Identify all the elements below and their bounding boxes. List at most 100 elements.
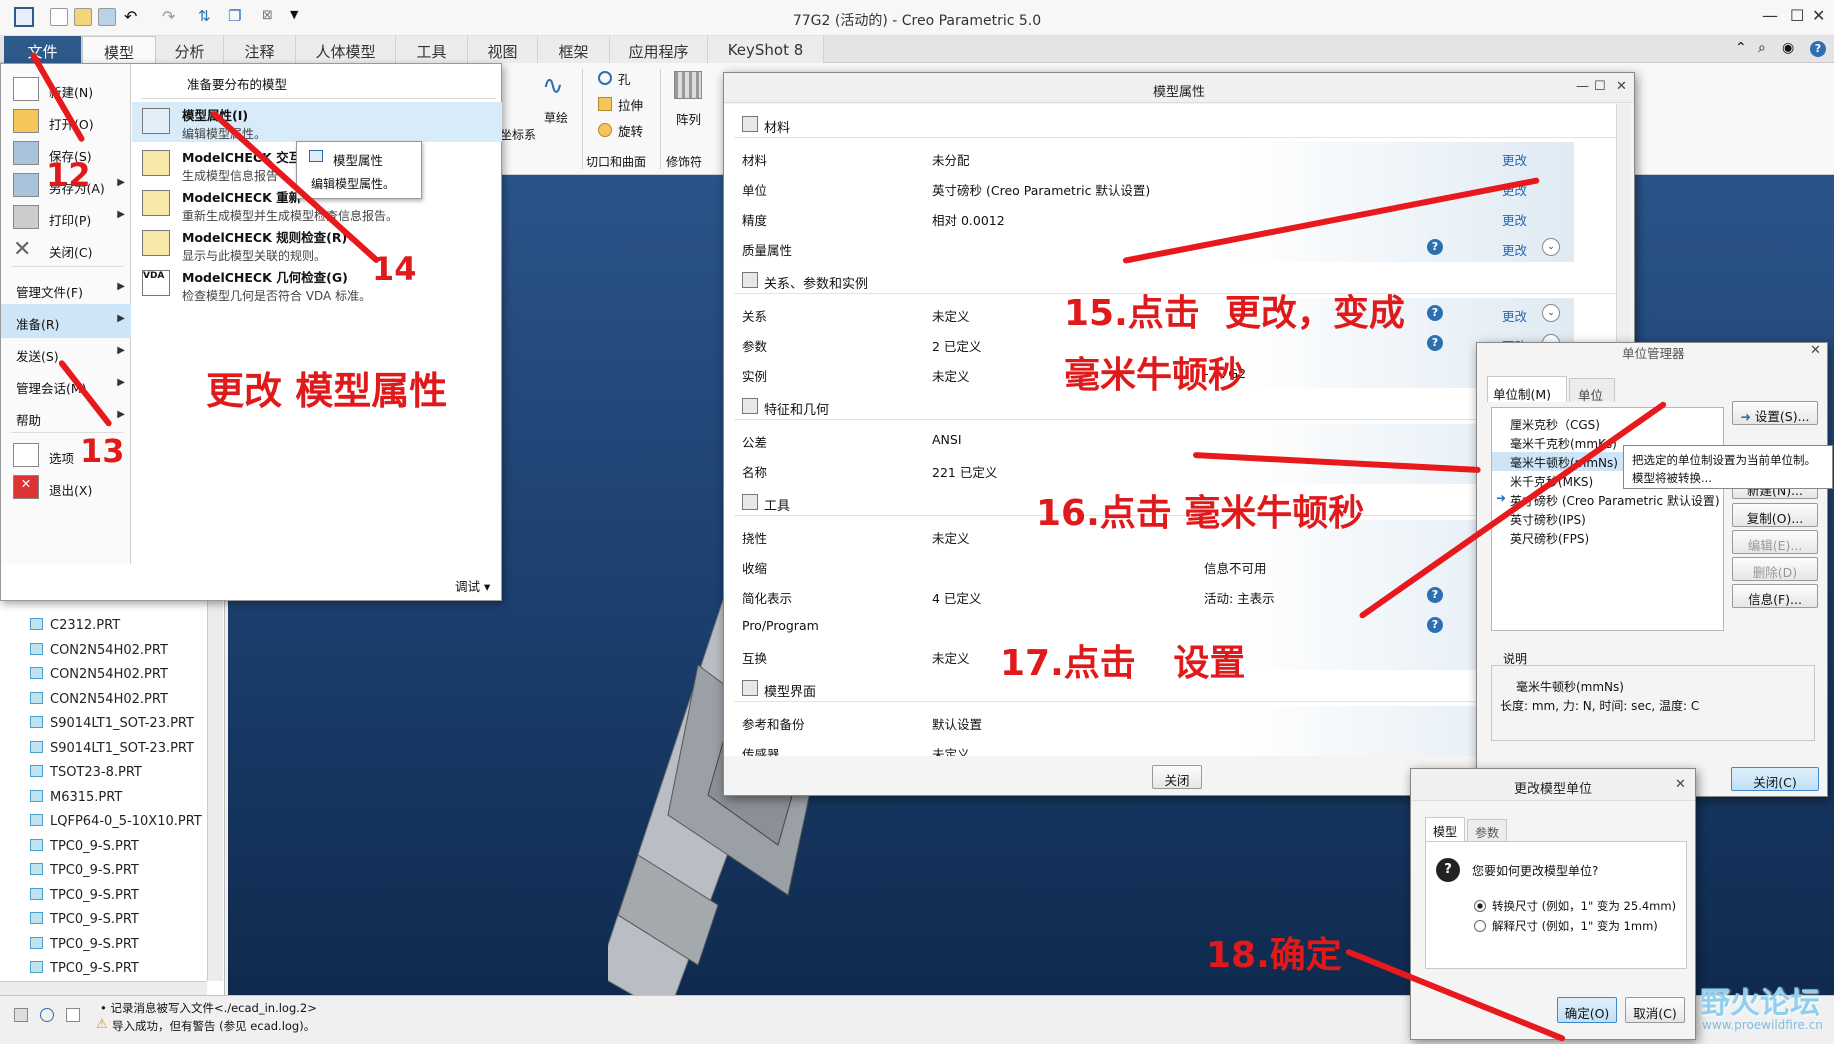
- units-close-button[interactable]: 关闭(C): [1731, 767, 1819, 791]
- watermark-url: www.proewildfire.cn: [1702, 1018, 1823, 1032]
- change-link[interactable]: 更改: [1502, 210, 1527, 229]
- tree-hscrollbar[interactable]: [0, 981, 207, 995]
- pattern-icon[interactable]: [674, 71, 702, 99]
- revolve-button[interactable]: 旋转: [618, 121, 643, 140]
- close-button[interactable]: 关闭: [1152, 765, 1202, 789]
- file-menu-item[interactable]: ✕ 退出(X): [1, 470, 131, 504]
- tree-item[interactable]: S9014LT1_SOT-23.PRT: [30, 716, 194, 738]
- tree-item[interactable]: LQFP64-0_5-10X10.PRT: [30, 814, 202, 836]
- help-icon[interactable]: ?: [1427, 305, 1443, 321]
- tree-item[interactable]: C2312.PRT: [30, 618, 120, 640]
- tree-item[interactable]: TPC0_9-S.PRT: [30, 961, 139, 983]
- minimize-button[interactable]: —: [1762, 6, 1778, 25]
- revolve-icon[interactable]: [598, 123, 612, 137]
- tab-file[interactable]: 文件: [4, 36, 82, 63]
- change-link[interactable]: 更改: [1502, 150, 1527, 169]
- tree-item[interactable]: CON2N54H02.PRT: [30, 642, 168, 665]
- dialog-maximize-icon[interactable]: ☐: [1594, 79, 1606, 94]
- tab-model[interactable]: 模型: [82, 36, 156, 63]
- csys-label[interactable]: 坐标系: [500, 126, 536, 143]
- file-menu-item[interactable]: 准备(R) ▶: [1, 304, 131, 338]
- debug-menu[interactable]: 调试 ▾: [455, 576, 490, 595]
- tab-units[interactable]: 单位: [1569, 378, 1615, 403]
- file-menu-item[interactable]: 管理文件(F) ▶: [1, 272, 131, 306]
- sketch-label[interactable]: 草绘: [544, 109, 568, 126]
- status-icon[interactable]: [66, 1008, 80, 1022]
- tree-item[interactable]: CON2N54H02.PRT: [30, 667, 168, 689]
- submenu-item-icon: [142, 150, 170, 176]
- tree-item[interactable]: TPC0_9-S.PRT: [30, 936, 139, 959]
- property-name: 关系: [742, 309, 768, 324]
- dialog-minimize-icon[interactable]: —: [1576, 79, 1589, 94]
- tab-model[interactable]: 模型: [1425, 817, 1465, 841]
- file-menu-item[interactable]: ✕ 关闭(C): [1, 232, 131, 266]
- change-link[interactable]: 更改: [1502, 306, 1527, 325]
- radio-convert[interactable]: [1474, 900, 1486, 912]
- expand-icon[interactable]: ⌄: [1542, 304, 1560, 322]
- help-icon[interactable]: ?: [1427, 335, 1443, 351]
- status-icon[interactable]: [40, 1008, 54, 1022]
- tab-annotate[interactable]: 注释: [224, 36, 296, 63]
- expand-icon[interactable]: ⌄: [1542, 238, 1560, 256]
- tree-item[interactable]: TPC0_9-S.PRT: [30, 863, 139, 885]
- file-menu-item[interactable]: 帮助 ▶: [1, 400, 131, 434]
- extrude-button[interactable]: 拉伸: [618, 95, 643, 114]
- search-icon[interactable]: ⌕: [1758, 40, 1766, 56]
- status-icon[interactable]: [14, 1008, 28, 1022]
- tab-unit-systems[interactable]: 单位制(M): [1487, 376, 1567, 402]
- tab-manikin[interactable]: 人体模型: [296, 36, 396, 63]
- tree-item[interactable]: S9014LT1_SOT-23.PRT: [30, 740, 194, 763]
- help-icon[interactable]: ?: [1427, 239, 1443, 255]
- minimize-ribbon-icon[interactable]: ⌃: [1735, 40, 1747, 56]
- tree-item[interactable]: TSOT23-8.PRT: [30, 765, 142, 787]
- hole-icon[interactable]: [598, 71, 612, 85]
- units-button[interactable]: 复制(O)...: [1732, 503, 1818, 527]
- tree-item[interactable]: M6315.PRT: [30, 789, 122, 812]
- file-menu-item[interactable]: 打印(P) ▶: [1, 200, 131, 234]
- tree-item[interactable]: TPC0_9-S.PRT: [30, 838, 139, 861]
- tree-scrollbar[interactable]: [207, 596, 223, 981]
- submenu-arrow-icon: ▶: [117, 281, 125, 292]
- units-close-icon[interactable]: ✕: [1810, 343, 1821, 358]
- tab-tools[interactable]: 工具: [396, 36, 468, 63]
- tab-applications[interactable]: 应用程序: [610, 36, 708, 63]
- change-link[interactable]: 更改: [1502, 240, 1527, 259]
- tree-item[interactable]: TPC0_9-S.PRT: [30, 912, 139, 934]
- radio-interpret[interactable]: [1474, 920, 1486, 932]
- units-button[interactable]: ➜ 设置(S)...: [1732, 401, 1818, 425]
- maximize-button[interactable]: ☐: [1790, 6, 1804, 25]
- unit-system-item[interactable]: 厘米克秒（CGS): [1492, 414, 1723, 433]
- prepare-submenu-item[interactable]: ModelCHECK 规则检查(R) 显示与此模型关联的规则。: [132, 224, 502, 264]
- tree-item[interactable]: CON2N54H02.PRT: [30, 691, 168, 714]
- help-icon[interactable]: ?: [1810, 41, 1826, 57]
- prepare-submenu-item[interactable]: 模型属性(I)编辑模型属性。: [132, 102, 502, 142]
- hole-button[interactable]: 孔: [618, 69, 631, 88]
- sketch-icon[interactable]: ∿: [542, 71, 576, 103]
- pattern-button[interactable]: 阵列: [676, 109, 701, 128]
- group-label-cut-surface[interactable]: 切口和曲面: [586, 153, 646, 170]
- unit-system-item[interactable]: 英寸磅秒(IPS): [1492, 509, 1723, 528]
- group-label-modifiers[interactable]: 修饰符: [666, 153, 702, 170]
- dialog-close-icon[interactable]: ✕: [1616, 79, 1627, 94]
- tree-item[interactable]: TPC0_9-S.PRT: [30, 887, 139, 910]
- tab-analysis[interactable]: 分析: [156, 36, 224, 63]
- change-units-close-icon[interactable]: ✕: [1675, 777, 1686, 792]
- help-icon[interactable]: ?: [1427, 587, 1443, 603]
- file-menu-item[interactable]: 新建(N): [1, 72, 131, 106]
- unit-system-item[interactable]: 英尺磅秒(FPS): [1492, 528, 1723, 547]
- close-button[interactable]: ✕: [1812, 6, 1825, 25]
- extrude-icon[interactable]: [598, 97, 612, 111]
- community-icon[interactable]: ◉: [1782, 40, 1794, 56]
- units-button[interactable]: 信息(F)...: [1732, 584, 1818, 608]
- units-manager-title: 单位管理器: [1622, 346, 1685, 361]
- help-icon[interactable]: ?: [1427, 617, 1443, 633]
- prepare-submenu-item[interactable]: VDA ModelCHECK 几何检查(G) 检查模型几何是否符合 VDA 标准。: [132, 264, 502, 304]
- option-interpret-label[interactable]: 解释尺寸 (例如，1" 变为 1mm): [1492, 918, 1658, 934]
- tab-framework[interactable]: 框架: [538, 36, 610, 63]
- tab-parameters[interactable]: 参数: [1467, 819, 1507, 841]
- cancel-button[interactable]: 取消(C): [1625, 997, 1685, 1023]
- option-convert-label[interactable]: 转换尺寸 (例如，1" 变为 25.4mm): [1492, 898, 1676, 914]
- tab-keyshot[interactable]: KeyShot 8: [708, 36, 824, 63]
- tab-view[interactable]: 视图: [468, 36, 538, 63]
- ok-button[interactable]: 确定(O): [1557, 997, 1617, 1023]
